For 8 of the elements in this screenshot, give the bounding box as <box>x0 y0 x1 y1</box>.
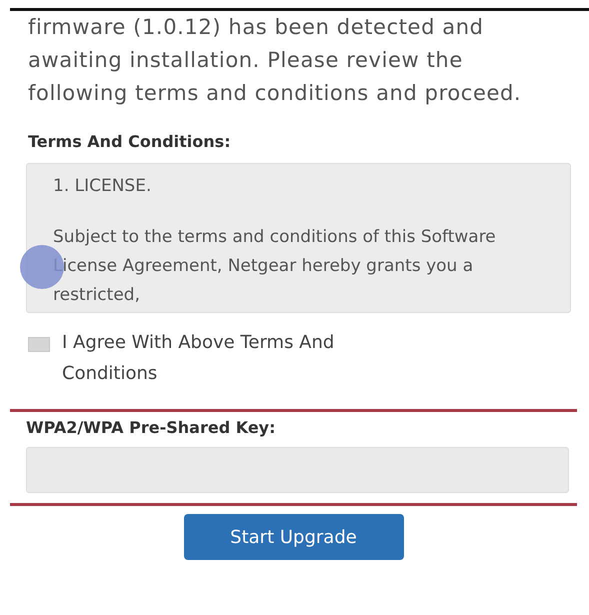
license-paragraph: 1. LICENSE. <box>53 175 152 198</box>
checkbox-label: I Agree With Above Terms And Conditions <box>62 331 336 386</box>
intro-text: firmware (1.0.12) has been detected and awaiting installation. Please review the following terms and conditions and proceed. <box>28 14 522 107</box>
section-heading: Terms And Conditions: <box>28 132 232 151</box>
key-input-field[interactable] <box>26 447 569 493</box>
checkbox[interactable] <box>28 337 50 352</box>
field-label: WPA2/WPA Pre-Shared Key: <box>26 418 277 437</box>
start-upgrade-button[interactable]: Start Upgrade <box>184 514 404 560</box>
